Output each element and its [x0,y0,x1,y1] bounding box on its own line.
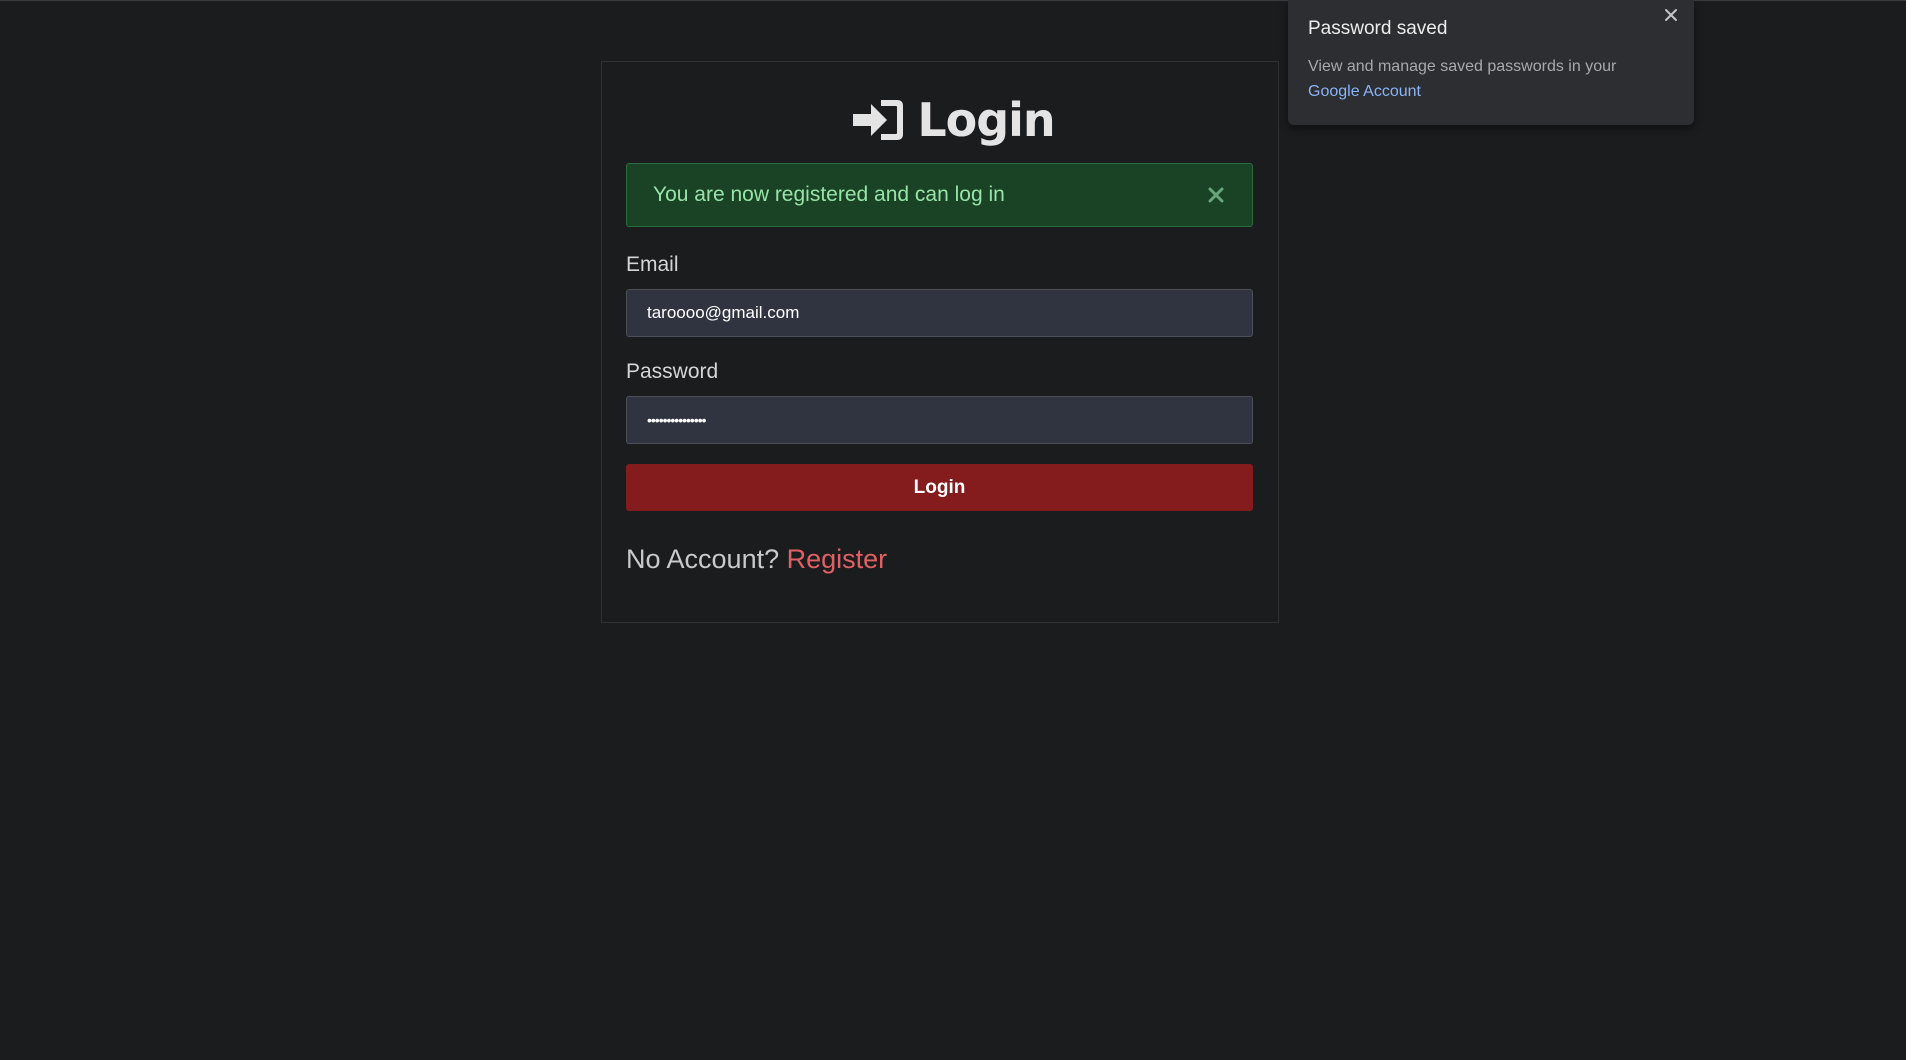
popup-description: View and manage saved passwords in your [1308,58,1617,75]
register-link[interactable]: Register [787,544,888,574]
success-alert: You are now registered and can log in [626,163,1253,227]
no-account-text: No Account? [626,544,780,574]
browser-viewport: Login You are now registered and can log… [0,0,1906,1060]
email-field[interactable]: taroooo@gmail.com [626,289,1253,337]
popup-text: View and manage saved passwords in your … [1308,54,1674,104]
close-icon[interactable] [1662,6,1680,24]
close-icon[interactable] [1206,185,1226,205]
login-button[interactable]: Login [626,464,1253,511]
page-title-text: Login [917,93,1055,147]
popup-title: Password saved [1308,18,1448,39]
alert-message: You are now registered and can log in [653,183,1005,206]
password-label: Password [626,360,719,383]
password-saved-popup: Password saved View and manage saved pas… [1288,0,1694,125]
sign-in-icon [851,96,905,144]
password-field[interactable]: ••••••••••••••• [626,396,1253,444]
google-account-link[interactable]: Google Account [1308,83,1421,100]
register-prompt: No Account? Register [626,544,887,575]
email-label: Email [626,253,679,276]
